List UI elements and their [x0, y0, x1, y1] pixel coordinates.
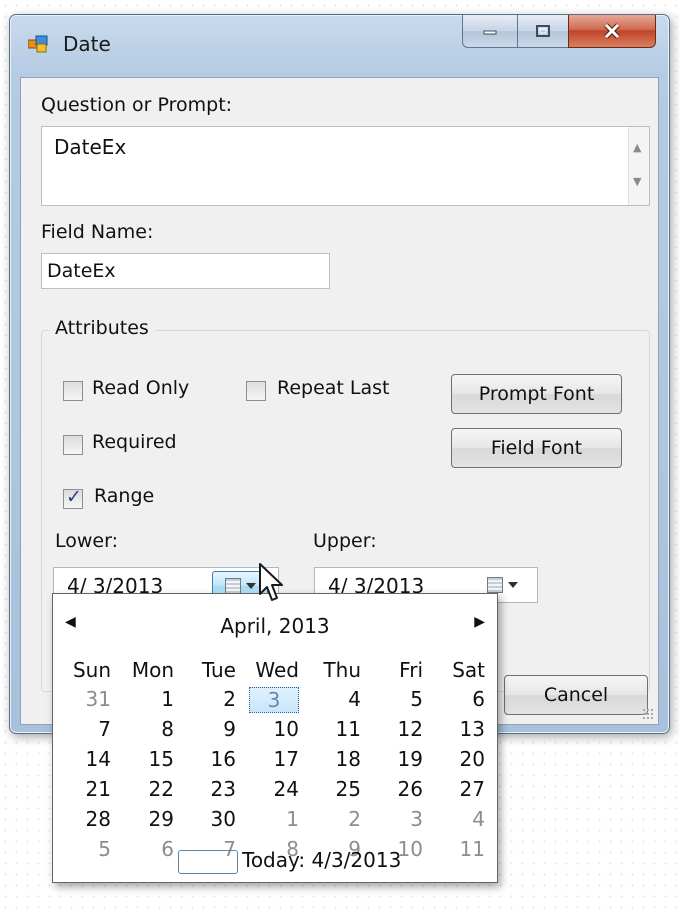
prompt-value: DateEx — [54, 135, 127, 159]
calendar-day[interactable]: 1 — [124, 687, 174, 711]
minimize-icon — [483, 30, 497, 35]
prompt-scrollbar[interactable]: ▲ ▼ — [628, 127, 649, 205]
calendar-day[interactable]: 10 — [249, 717, 299, 741]
resize-grip-icon[interactable] — [642, 708, 654, 720]
minimize-button[interactable] — [462, 15, 518, 48]
calendar-day[interactable]: 24 — [249, 777, 299, 801]
calendar-day[interactable]: 11 — [311, 717, 361, 741]
prompt-label: Question or Prompt: — [41, 94, 233, 116]
month-title[interactable]: April, 2013 — [53, 614, 497, 638]
calendar-day[interactable]: 27 — [435, 777, 485, 801]
maximize-button[interactable] — [517, 15, 569, 48]
attributes-title: Attributes — [49, 317, 155, 339]
calendar-dropdown: ◀ April, 2013 ▶ Sun Mon Tue Wed Thu Fri Sat 31 1… — [52, 593, 498, 883]
weekday-header: Mon — [131, 658, 174, 682]
today-link[interactable]: Today: 4/3/2013 — [242, 848, 401, 872]
range-checkbox[interactable]: ✓ — [63, 486, 83, 509]
chevron-down-icon — [507, 582, 518, 588]
read-only-label[interactable]: Read Only — [92, 377, 189, 399]
cancel-button[interactable]: Cancel — [504, 675, 648, 715]
calendar-day[interactable]: 14 — [61, 747, 111, 771]
field-font-button[interactable]: Field Font — [451, 428, 622, 468]
calendar-day[interactable]: 6 — [124, 837, 174, 861]
calendar-day[interactable]: 20 — [435, 747, 485, 771]
calendar-day[interactable]: 7 — [61, 717, 111, 741]
calendar-day[interactable]: 16 — [186, 747, 236, 771]
app-icon — [28, 35, 48, 53]
calendar-day[interactable]: 12 — [373, 717, 423, 741]
calendar-day[interactable]: 8 — [124, 717, 174, 741]
calendar-day-selected[interactable]: 3 — [249, 687, 299, 713]
title-bar[interactable]: Date — [10, 15, 669, 77]
field-name-value: DateEx — [47, 260, 116, 282]
window-title: Date — [63, 32, 111, 56]
calendar-day[interactable]: 2 — [186, 687, 236, 711]
required-label[interactable]: Required — [92, 431, 177, 453]
mouse-cursor-icon — [259, 563, 283, 601]
weekday-header: Thu — [323, 658, 361, 682]
calendar-day[interactable]: 19 — [373, 747, 423, 771]
weekday-header: Sat — [452, 658, 485, 682]
next-month-icon[interactable]: ▶ — [474, 614, 485, 630]
check-mark-icon: ✓ — [66, 486, 82, 508]
range-label[interactable]: Range — [94, 485, 154, 507]
calendar-day[interactable]: 9 — [186, 717, 236, 741]
close-button[interactable] — [568, 15, 656, 48]
weekday-header: Wed — [255, 658, 299, 682]
repeat-last-checkbox[interactable] — [246, 381, 266, 401]
calendar-day[interactable]: 25 — [311, 777, 361, 801]
calendar-day[interactable]: 17 — [249, 747, 299, 771]
read-only-checkbox[interactable] — [63, 381, 83, 401]
calendar-day[interactable]: 26 — [373, 777, 423, 801]
calendar-day[interactable]: 23 — [186, 777, 236, 801]
lower-label: Lower: — [55, 530, 118, 552]
field-name-input[interactable]: DateEx — [41, 253, 330, 289]
calendar-day[interactable]: 21 — [61, 777, 111, 801]
calendar-day[interactable]: 5 — [373, 687, 423, 711]
calendar-day[interactable]: 13 — [435, 717, 485, 741]
today-indicator — [178, 850, 238, 874]
calendar-day[interactable]: 22 — [124, 777, 174, 801]
calendar-day[interactable]: 29 — [124, 807, 174, 831]
calendar-day[interactable]: 4 — [311, 687, 361, 711]
scroll-down-icon[interactable]: ▼ — [633, 175, 641, 188]
calendar-day[interactable]: 1 — [249, 807, 299, 831]
calendar-icon — [486, 577, 503, 593]
prompt-font-button[interactable]: Prompt Font — [451, 374, 622, 414]
calendar-day[interactable]: 30 — [186, 807, 236, 831]
calendar-day[interactable]: 5 — [61, 837, 111, 861]
field-name-label: Field Name: — [41, 221, 154, 243]
prompt-textarea[interactable]: DateEx ▲ ▼ — [41, 126, 650, 206]
chevron-down-icon — [245, 583, 256, 589]
calendar-icon — [224, 578, 241, 594]
calendar-day[interactable]: 28 — [61, 807, 111, 831]
calendar-day[interactable]: 15 — [124, 747, 174, 771]
maximize-icon — [536, 25, 550, 37]
upper-label: Upper: — [313, 530, 377, 552]
scroll-up-icon[interactable]: ▲ — [633, 141, 641, 154]
weekday-header: Sun — [72, 658, 111, 682]
repeat-last-label[interactable]: Repeat Last — [277, 377, 390, 399]
calendar-day[interactable]: 18 — [311, 747, 361, 771]
calendar-day[interactable]: 3 — [373, 807, 423, 831]
calendar-day[interactable]: 6 — [435, 687, 485, 711]
calendar-day[interactable]: 4 — [435, 807, 485, 831]
required-checkbox[interactable] — [63, 435, 83, 455]
calendar-day[interactable]: 31 — [61, 687, 111, 711]
close-icon — [604, 23, 620, 39]
calendar-day[interactable]: 2 — [311, 807, 361, 831]
weekday-header: Tue — [201, 658, 236, 682]
calendar-day[interactable]: 11 — [435, 837, 485, 861]
weekday-header: Fri — [399, 658, 423, 682]
